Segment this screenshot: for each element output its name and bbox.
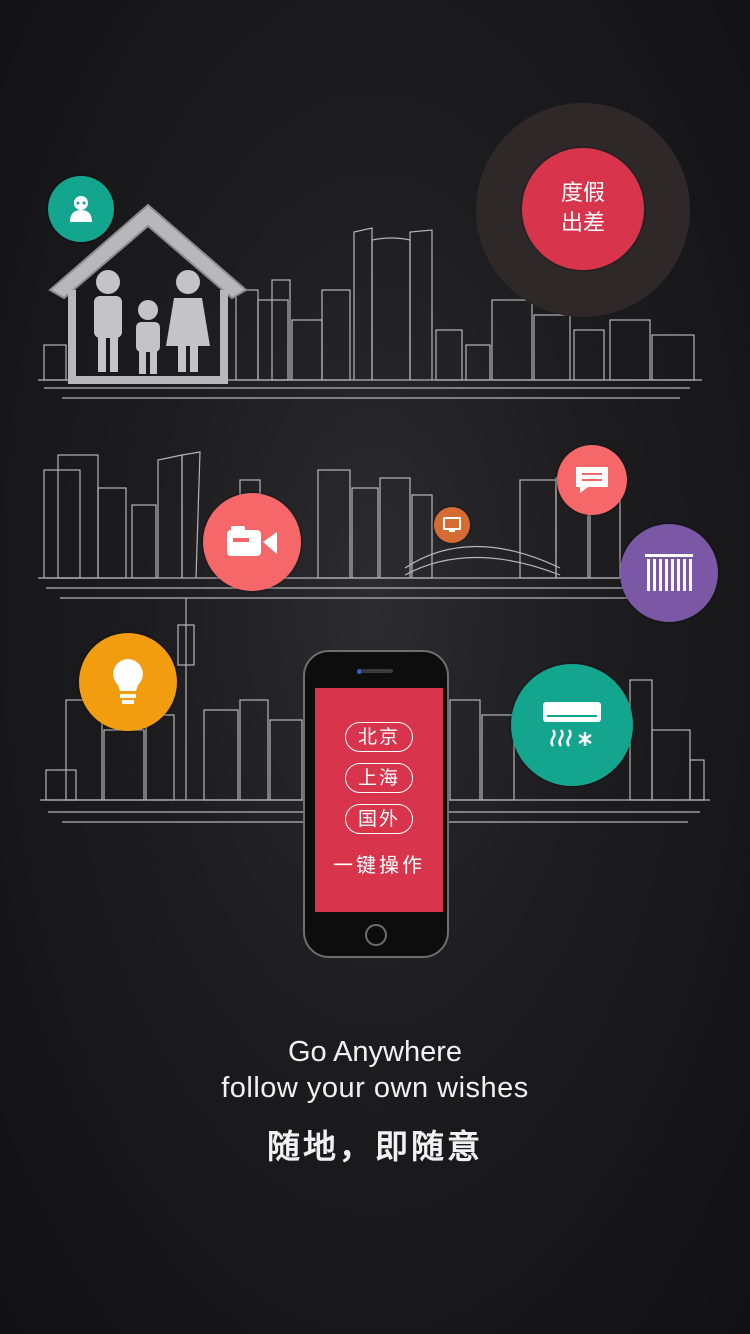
- tagline-subtitle: follow your own wishes: [221, 1072, 529, 1104]
- monitor-icon[interactable]: [434, 507, 470, 543]
- splash-scene: 度假 出差 北京 上海 国外 一键操作 Go Anywhere follow y…: [0, 0, 750, 1334]
- chat-bubble-icon[interactable]: [557, 445, 627, 515]
- curtain-icon[interactable]: [620, 524, 718, 622]
- phone-speaker: [361, 669, 393, 673]
- video-camera-icon[interactable]: [203, 493, 301, 591]
- tagline-chinese: 随地，即随意: [267, 1127, 483, 1166]
- robot-icon[interactable]: [48, 176, 114, 242]
- business-trip-label: 出差: [560, 211, 605, 236]
- city-option-beijing[interactable]: 北京: [344, 722, 413, 752]
- vacation-trip-button[interactable]: 度假 出差: [522, 148, 644, 270]
- vacation-label: 度假: [560, 181, 605, 206]
- phone-screen: 北京 上海 国外 一键操作: [315, 688, 443, 912]
- air-conditioner-icon[interactable]: [511, 664, 633, 786]
- phone-home-button: [365, 924, 387, 946]
- phone-mockup: 北京 上海 国外 一键操作: [303, 650, 449, 958]
- city-option-abroad[interactable]: 国外: [344, 804, 413, 834]
- lightbulb-icon[interactable]: [79, 633, 177, 731]
- one-key-operate-button[interactable]: 一键操作: [333, 849, 425, 878]
- phone-body: 北京 上海 国外 一键操作: [303, 650, 449, 958]
- tagline-title: Go Anywhere: [287, 1036, 463, 1068]
- city-option-shanghai[interactable]: 上海: [344, 763, 413, 793]
